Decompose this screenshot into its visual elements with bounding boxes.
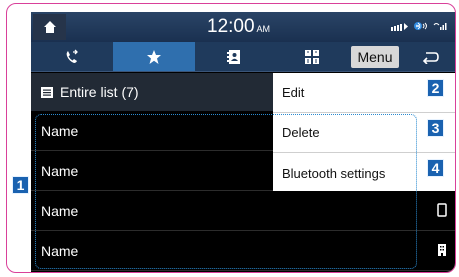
- callout-4: 4: [427, 159, 444, 177]
- clock-time: 12:00: [207, 16, 255, 37]
- callout-3: 3: [427, 119, 444, 137]
- call-log-icon: [66, 49, 78, 63]
- back-button[interactable]: [405, 42, 455, 71]
- keypad-icon: [305, 49, 319, 64]
- star-icon: [147, 49, 161, 64]
- list-header-label: Entire list (7): [60, 84, 139, 100]
- menu-item-label: Delete: [282, 125, 320, 140]
- callout-2: 2: [427, 79, 444, 97]
- tab-contacts[interactable]: [195, 42, 273, 71]
- contact-name: Name: [41, 242, 79, 259]
- menu-item-label: Bluetooth settings: [282, 165, 386, 181]
- status-icons: [391, 21, 447, 31]
- tab-call-log[interactable]: [31, 42, 113, 71]
- tab-bar: Menu: [31, 42, 455, 72]
- list-item[interactable]: Name: [31, 231, 455, 271]
- office-phone-icon: [437, 243, 447, 260]
- menu-button[interactable]: Menu: [351, 46, 399, 68]
- callout-1: 1: [12, 176, 29, 194]
- contact-name: Name: [41, 162, 79, 179]
- mobile-phone-icon: [437, 203, 447, 220]
- contact-name: Name: [41, 202, 79, 219]
- infotainment-screen: 12:00 AM Menu Entire list (7) Name Name …: [31, 12, 455, 272]
- clock-ampm: AM: [256, 24, 271, 34]
- list-item[interactable]: Name: [31, 191, 455, 231]
- status-bar: 12:00 AM: [31, 12, 455, 42]
- clock: 12:00 AM: [207, 16, 270, 38]
- signal-icon: [391, 22, 408, 31]
- menu-item-label: Edit: [282, 85, 305, 100]
- contacts-icon: [227, 49, 240, 64]
- home-button[interactable]: [33, 14, 66, 40]
- tab-favorites[interactable]: [113, 42, 195, 71]
- home-icon: [43, 21, 56, 33]
- contact-name: Name: [41, 122, 79, 139]
- list-icon: [41, 86, 53, 98]
- tab-keypad[interactable]: [273, 42, 351, 71]
- bluetooth-audio-icon: [414, 22, 427, 30]
- back-arrow-icon: [422, 51, 439, 64]
- phone-signal-icon: [433, 23, 447, 30]
- device-frame: 12:00 AM Menu Entire list (7) Name Name …: [6, 3, 456, 273]
